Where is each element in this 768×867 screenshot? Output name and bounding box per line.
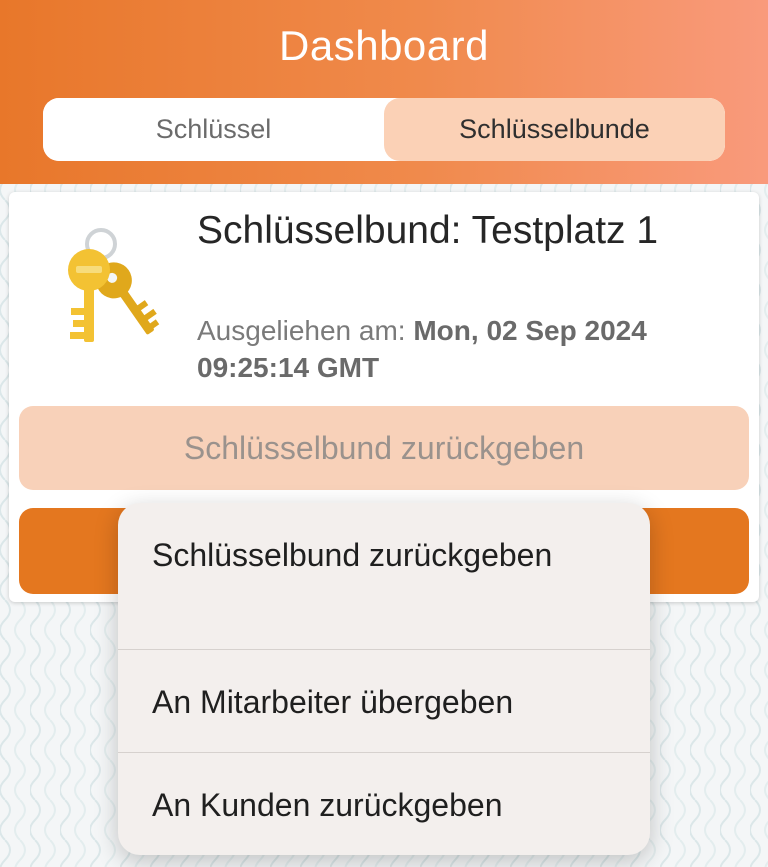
header: Dashboard Schlüssel Schlüsselbunde bbox=[0, 0, 768, 184]
page-title: Dashboard bbox=[279, 22, 489, 69]
return-keychain-button[interactable]: Schlüsselbund zurückgeben bbox=[19, 406, 749, 490]
menu-item-return-keychain[interactable]: Schlüsselbund zurückgeben bbox=[118, 530, 650, 580]
tab-schluessel[interactable]: Schlüssel bbox=[43, 98, 384, 161]
menu-divider bbox=[118, 649, 650, 650]
tab-switcher: Schlüssel Schlüsselbunde bbox=[43, 98, 725, 161]
keys-icon bbox=[68, 228, 160, 342]
menu-item-hand-to-employee[interactable]: An Mitarbeiter übergeben bbox=[118, 677, 650, 727]
tab-schluesselbunde[interactable]: Schlüsselbunde bbox=[384, 98, 725, 161]
context-menu: Schlüsselbund zurückgeben An Mitarbeiter… bbox=[118, 503, 650, 855]
keychain-title: Schlüsselbund: Testplatz 1 bbox=[197, 209, 659, 252]
menu-item-return-to-customer[interactable]: An Kunden zurückgeben bbox=[118, 780, 650, 830]
borrowed-info: Ausgeliehen am: Mon, 02 Sep 2024 09:25:1… bbox=[197, 312, 737, 386]
menu-divider bbox=[118, 752, 650, 753]
borrowed-label: Ausgeliehen am: bbox=[197, 315, 406, 346]
